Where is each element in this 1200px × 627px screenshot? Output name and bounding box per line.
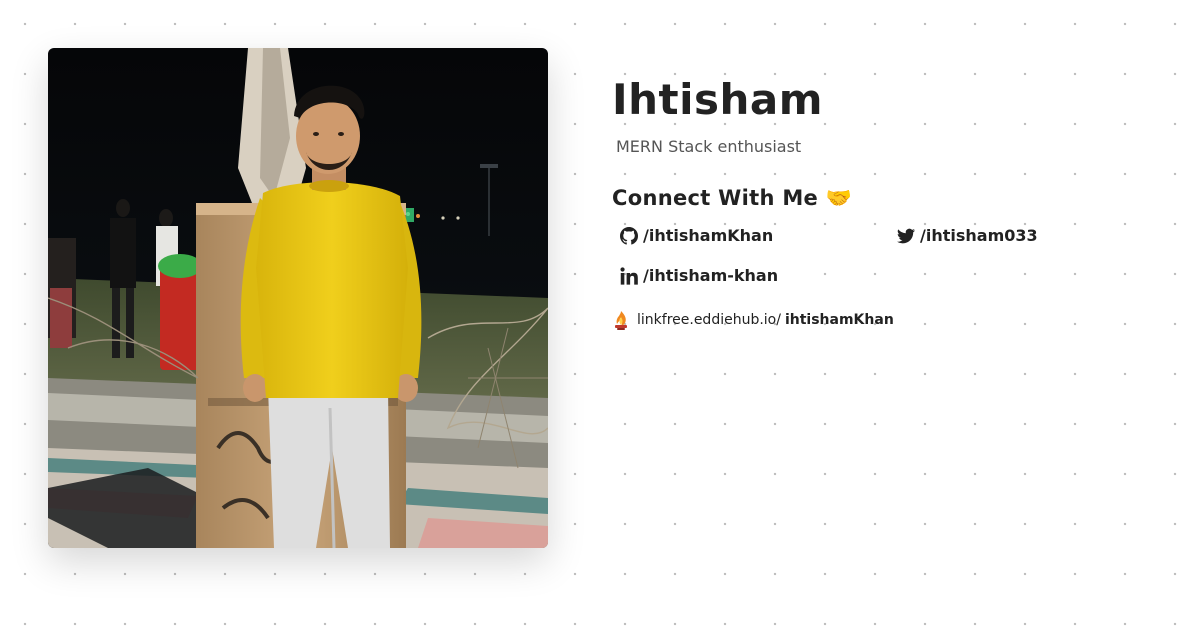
profile-photo [48,48,548,548]
profile-name: Ihtisham [612,75,824,124]
profile-bio: MERN Stack enthusiast [616,137,802,156]
linkfree-username: ihtishamKhan [784,312,894,328]
linkfree-link[interactable]: linkfree.eddiehub.io/ ihtishamKhan [612,310,1172,330]
profile-photo-card [48,48,548,548]
linkedin-link[interactable]: /ihtisham-khan [620,266,778,285]
twitter-link[interactable]: /ihtisham033 [897,226,1038,245]
twitter-icon [897,227,915,245]
profile-info: Ihtisham MERN Stack enthusiast Connect W… [612,76,1172,330]
twitter-label: /ihtisham033 [920,226,1038,245]
linkedin-icon [620,266,638,285]
github-link[interactable]: /ihtishamKhan [620,226,773,245]
github-icon [620,226,638,245]
linkfree-prefix: linkfree.eddiehub.io/ [637,312,781,328]
linkedin-label: /ihtisham-khan [643,266,779,285]
github-label: /ihtishamKhan [643,226,774,245]
social-links: /ihtishamKhan /ihtisham033 /ihtisham-kha… [612,220,1172,310]
connect-heading: Connect With Me 🤝 [612,186,853,210]
linkfree-icon [612,310,630,330]
